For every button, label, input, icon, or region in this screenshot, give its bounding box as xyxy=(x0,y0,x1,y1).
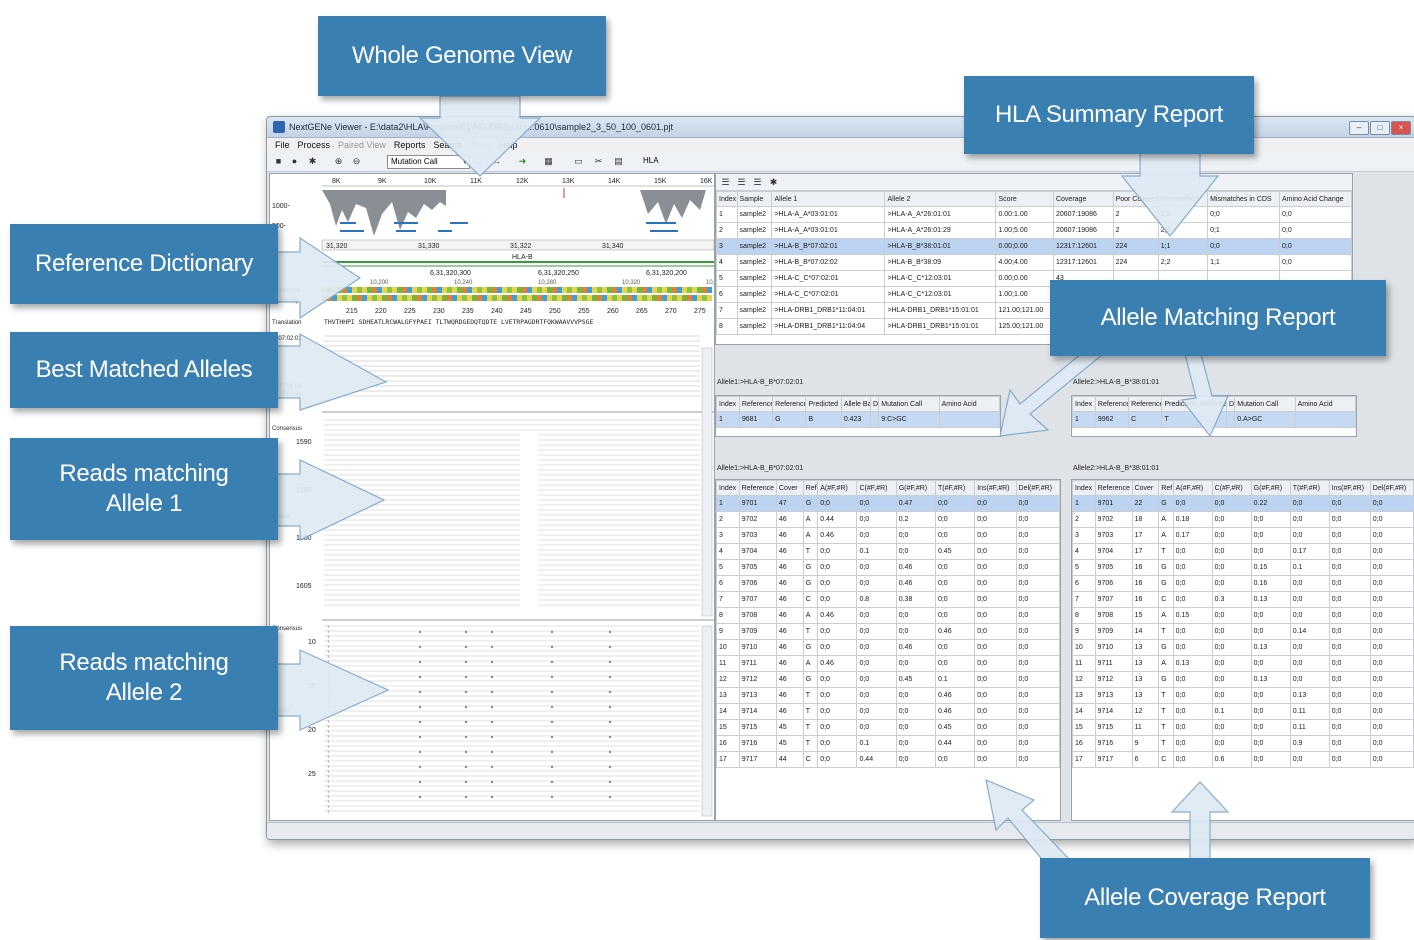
callout-line: Allele 1 xyxy=(105,490,183,517)
whole-genome-arrow xyxy=(418,95,542,177)
callout-whole-genome-view: Whole Genome View xyxy=(318,16,606,96)
callout-line: Allele 2 xyxy=(105,679,183,706)
callout-reads-allele-2: Reads matching Allele 2 xyxy=(10,626,278,730)
callout-line: Reads matching xyxy=(59,460,229,487)
callout-reads-allele-1: Reads matching Allele 1 xyxy=(10,438,278,540)
allele-matching-arrow-2 xyxy=(1180,349,1229,438)
callout-allele-coverage-report: Allele Coverage Report xyxy=(1040,858,1370,938)
callout-allele-matching-report: Allele Matching Report xyxy=(1050,280,1386,356)
best-matched-arrow xyxy=(267,332,388,411)
reference-dictionary-arrow xyxy=(267,236,362,320)
callout-reference-dictionary: Reference Dictionary xyxy=(10,224,278,304)
callout-hla-summary-report: HLA Summary Report xyxy=(964,76,1254,154)
callout-best-matched-alleles: Best Matched Alleles xyxy=(10,332,278,408)
hla-summary-arrow xyxy=(1120,151,1220,237)
allele-coverage-arrow-2 xyxy=(1170,781,1230,861)
callout-line: Reads matching xyxy=(59,649,229,676)
